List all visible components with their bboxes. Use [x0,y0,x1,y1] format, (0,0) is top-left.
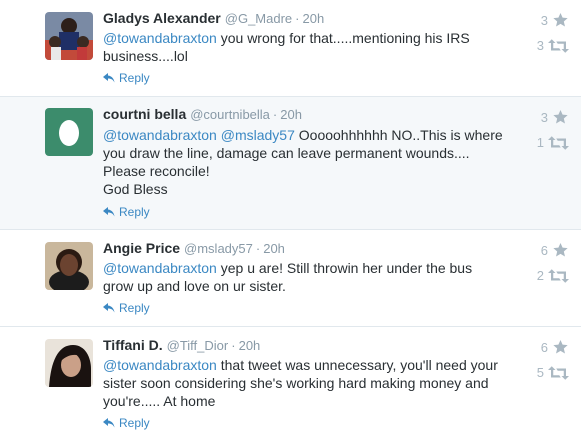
retweet-icon [548,135,569,150]
tweet-text-content: God Bless [103,181,168,197]
reply-label: Reply [119,416,150,430]
tweet-item[interactable]: Tiffani D. @Tiff_Dior · 20h @towandabraxton… [0,327,581,438]
tweet-text: @towandabraxton that tweet was unnecessa… [103,356,503,410]
star-icon [553,110,568,124]
retweet-count: 3 [536,38,544,53]
reply-button[interactable]: Reply [103,205,150,219]
retweet-icon [548,268,569,283]
tweet-text: @towandabraxton @mslady57 Ooooohhhhhh NO… [103,126,503,198]
user-username[interactable]: @mslady57 [184,241,253,256]
retweet-button[interactable]: 5 [529,365,569,380]
retweet-button[interactable]: 1 [529,135,569,150]
star-icon [553,243,568,257]
favorite-count: 3 [540,12,548,28]
favorite-count: 6 [540,339,548,355]
user-fullname[interactable]: courtni bella [103,106,186,122]
tweet-timestamp[interactable]: 20h [280,107,302,122]
user-fullname[interactable]: Tiffani D. [103,337,163,353]
favorite-button[interactable]: 3 [529,12,569,28]
separator-dot: · [295,11,300,26]
user-username[interactable]: @G_Madre [225,11,292,26]
separator-dot: · [231,338,236,353]
reply-button[interactable]: Reply [103,301,150,315]
favorite-count: 6 [540,242,548,258]
user-fullname[interactable]: Gladys Alexander [103,10,221,26]
tweet-timestamp[interactable]: 20h [239,338,261,353]
tweet-item[interactable]: Gladys Alexander @G_Madre · 20h @towandabra… [0,0,581,97]
separator-dot: · [255,241,261,256]
retweet-count: 1 [536,135,544,150]
retweet-button[interactable]: 2 [529,268,569,283]
favorite-button[interactable]: 3 [529,109,569,125]
reply-label: Reply [119,301,150,315]
avatar[interactable] [45,339,93,387]
separator-dot: · [272,107,278,122]
reply-button[interactable]: Reply [103,416,150,430]
star-icon [553,340,568,354]
retweet-icon [548,365,569,380]
favorite-button[interactable]: 6 [529,339,569,355]
favorite-button[interactable]: 6 [529,242,569,258]
tweet-text: @towandabraxton you wrong for that.....m… [103,29,503,65]
retweet-button[interactable]: 3 [529,38,569,53]
reply-arrow-icon [103,207,115,217]
user-fullname[interactable]: Angie Price [103,240,180,256]
mention-link[interactable]: @towandabraxton [103,357,217,373]
reply-arrow-icon [103,73,115,83]
tweet-item[interactable]: courtni bella @courtnibella · 20h @towandab… [0,97,581,230]
tweet-item[interactable]: Angie Price @mslady57 · 20h @towandabraxton… [0,230,581,327]
tweet-timestamp[interactable]: 20h [263,241,285,256]
reply-arrow-icon [103,303,115,313]
retweet-count: 5 [536,365,544,380]
user-username[interactable]: @courtnibella [190,107,270,122]
avatar[interactable] [45,108,93,156]
retweet-icon [548,38,569,53]
reply-button[interactable]: Reply [103,71,150,85]
star-icon [553,13,568,27]
reply-arrow-icon [103,418,115,428]
reply-label: Reply [119,205,150,219]
user-username[interactable]: @Tiff_Dior [167,338,229,353]
tweet-timestamp[interactable]: 20h [303,11,325,26]
mention-link[interactable]: @mslady57 [221,127,295,143]
tweet-text: @towandabraxton yep u are! Still throwin… [103,259,503,295]
retweet-count: 2 [536,268,544,283]
avatar[interactable] [45,242,93,290]
mention-link[interactable]: @towandabraxton [103,260,217,276]
avatar[interactable] [45,12,93,60]
reply-label: Reply [119,71,150,85]
mention-link[interactable]: @towandabraxton [103,30,217,46]
mention-link[interactable]: @towandabraxton [103,127,217,143]
favorite-count: 3 [540,109,548,125]
